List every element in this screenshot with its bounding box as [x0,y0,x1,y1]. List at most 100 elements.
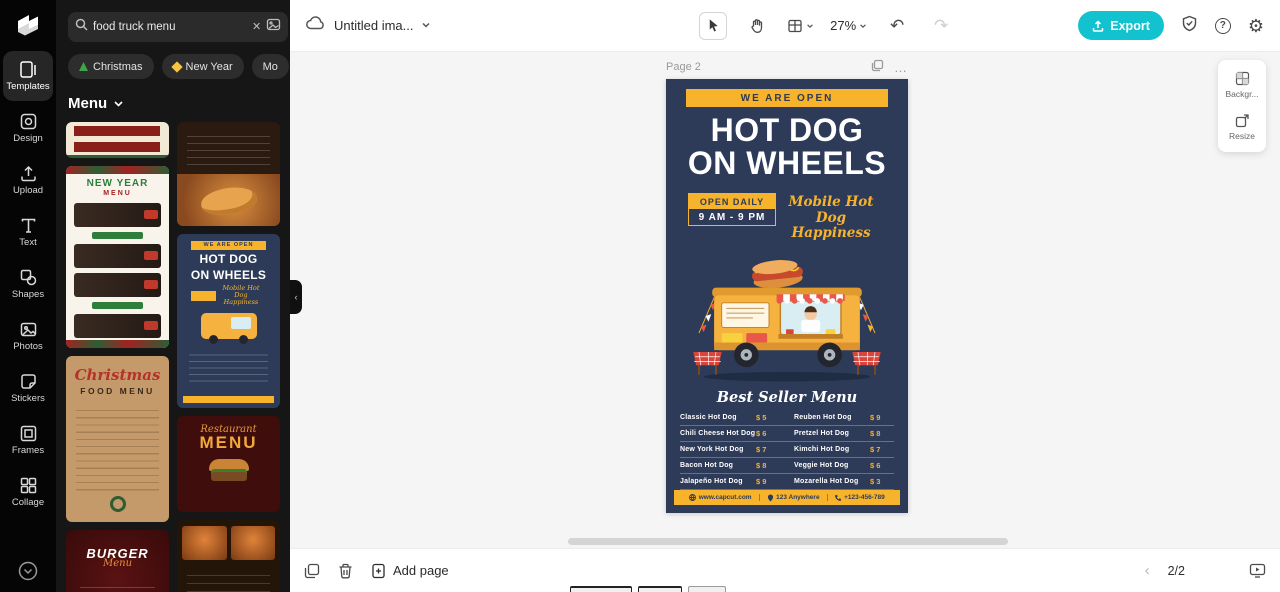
sidebar-item-photos[interactable]: Photos [3,311,53,361]
menu-item-price: $ 7 [870,444,881,454]
sidebar-item-stickers[interactable]: Stickers [3,363,53,413]
sidebar-item-frames[interactable]: Frames [3,415,53,465]
footer-phone: +123-456-789 [834,494,885,501]
redo-button[interactable]: ↷ [927,12,955,40]
poster-menu-list[interactable]: Classic Hot Dog $ 5 Reuben Hot Dog $ 9 C… [680,410,894,490]
previous-page-button[interactable]: ‹ [1145,563,1150,578]
select-tool-button[interactable] [699,11,728,40]
template-column-right: WE ARE OPEN HOT DOG ON WHEELS Mobile Hot… [177,122,280,592]
filmstrip-page[interactable] [688,586,726,592]
left-nav-rail: Templates Design Upload Text Shapes Phot… [0,0,56,592]
sidebar-item-shapes[interactable]: Shapes [3,259,53,309]
zoom-level: 27% [830,18,857,33]
sparkle-icon [170,60,183,73]
food-row [74,273,161,297]
poster-title[interactable]: HOT DOG ON WHEELS [666,114,908,179]
template-thumb-christmas-partial[interactable] [66,122,169,158]
search-input[interactable] [93,21,247,33]
safety-badge-icon[interactable] [1181,15,1198,37]
chip-new-year[interactable]: New Year [161,54,244,79]
page-wrapper: Page 2 … WE ARE OPEN HOT DOG ON WHEELS O… [666,58,908,513]
hand-tool-button[interactable] [743,12,771,40]
background-label: Backgr... [1225,89,1259,99]
undo-button[interactable]: ↶ [883,12,911,40]
canvas-area[interactable]: Page 2 … WE ARE OPEN HOT DOG ON WHEELS O… [290,52,1280,548]
sidebar-item-text[interactable]: Text [3,207,53,257]
add-page-icon [372,563,385,578]
template-thumb-steak[interactable] [177,520,280,592]
export-button[interactable]: Export [1078,11,1164,40]
thumb-subtitle: Menu [102,558,133,569]
food-truck-illustration[interactable] [666,246,908,388]
template-thumb-restaurant[interactable]: Restaurant MENU [177,416,280,512]
poster-banner[interactable]: WE ARE OPEN [686,89,888,107]
background-tool[interactable]: Backgr... [1218,64,1266,106]
poster-footer-bar[interactable]: www.capcut.com 123 Anywhere +123-456-789 [674,490,900,505]
menu-item-price: $ 3 [870,476,881,486]
template-thumb-christmas-food[interactable]: Christmas FOOD MENU [66,356,169,522]
template-thumb-new-year[interactable]: NEW YEAR MENU [66,166,169,348]
open-hours-box[interactable]: OPEN DAILY 9 AM - 9 PM [688,193,776,227]
help-icon[interactable]: ? [1214,17,1231,34]
templates-icon [19,60,38,79]
image-search-icon[interactable] [266,17,281,37]
document-title[interactable]: Untitled ima... [334,18,413,33]
menu-item-name: Classic Hot Dog [680,413,737,421]
template-thumb-croissant[interactable] [177,122,280,226]
settings-gear-icon[interactable]: ⚙ [1248,17,1264,35]
poster-page[interactable]: WE ARE OPEN HOT DOG ON WHEELS OPEN DAILY… [666,79,908,513]
food-row [74,244,161,268]
chevron-down-icon[interactable] [421,17,431,35]
redo-icon: ↷ [934,16,949,35]
template-thumb-burger[interactable]: BURGER Menu [66,530,169,592]
page-filmstrip[interactable] [570,586,726,592]
layout-tool[interactable] [787,18,814,34]
clear-search-icon[interactable]: ✕ [252,21,261,33]
page-label: Page 2 [666,61,701,73]
rail-collapse-chevron-icon[interactable] [18,561,38,586]
duplicate-page-button[interactable] [304,563,320,579]
garland-decoration [66,166,169,174]
toolbar-center: 27% ↶ ↷ [576,11,1078,40]
poster-tagline[interactable]: Mobile Hot Dog Happiness [776,193,886,242]
filmstrip-page[interactable] [570,586,632,592]
search-box[interactable]: ✕ [68,12,289,42]
menu-item-price: $ 8 [870,428,881,438]
sidebar-item-design[interactable]: Design [3,103,53,153]
sidebar-item-templates[interactable]: Templates [3,51,53,101]
add-page-label: Add page [393,563,449,578]
chip-christmas[interactable]: Christmas [68,54,154,79]
chip-more[interactable]: Mo [251,54,289,79]
sidebar-item-label: Frames [11,445,45,457]
croissant-photo [177,174,280,226]
capcut-logo[interactable] [0,0,56,50]
menu-row: New York Hot Dog $ 7 Kimchi Hot Dog $ 7 [680,442,894,458]
sidebar-item-collage[interactable]: Collage [3,467,53,517]
page-more-icon[interactable]: … [894,60,908,75]
add-page-button[interactable]: Add page [371,563,449,579]
sidebar-item-upload[interactable]: Upload [3,155,53,205]
cloud-sync-icon[interactable] [306,15,326,36]
hours-label: 9 AM - 9 PM [698,211,766,223]
horizontal-scrollbar[interactable] [568,538,1008,545]
panel-collapse-handle[interactable]: ‹ [290,280,302,314]
present-button[interactable] [1249,563,1266,578]
footer-separator [758,494,760,501]
filter-chips-row: Christmas New Year Mo [56,50,290,89]
zoom-control[interactable]: 27% [830,18,867,33]
filmstrip-page[interactable] [638,586,682,592]
resize-tool[interactable]: Resize [1218,106,1266,148]
template-thumb-hot-dog[interactable]: WE ARE OPEN HOT DOG ON WHEELS Mobile Hot… [177,234,280,408]
menu-text-lines [189,348,268,383]
sidebar-item-label: Collage [11,497,45,509]
text-icon [19,216,38,235]
duplicate-page-icon[interactable] [871,59,884,75]
thumb-food-rows [74,203,161,338]
best-seller-heading[interactable]: Best Seller Menu [666,389,908,406]
poster-title-line2: ON WHEELS [687,144,887,181]
menu-section-header[interactable]: Menu [56,89,290,122]
thumb-title: NEW YEAR [86,178,149,189]
menu-item-name: Bacon Hot Dog [680,461,734,469]
delete-page-button[interactable] [338,563,353,579]
menu-item-name: Mozarella Hot Dog [794,477,859,485]
